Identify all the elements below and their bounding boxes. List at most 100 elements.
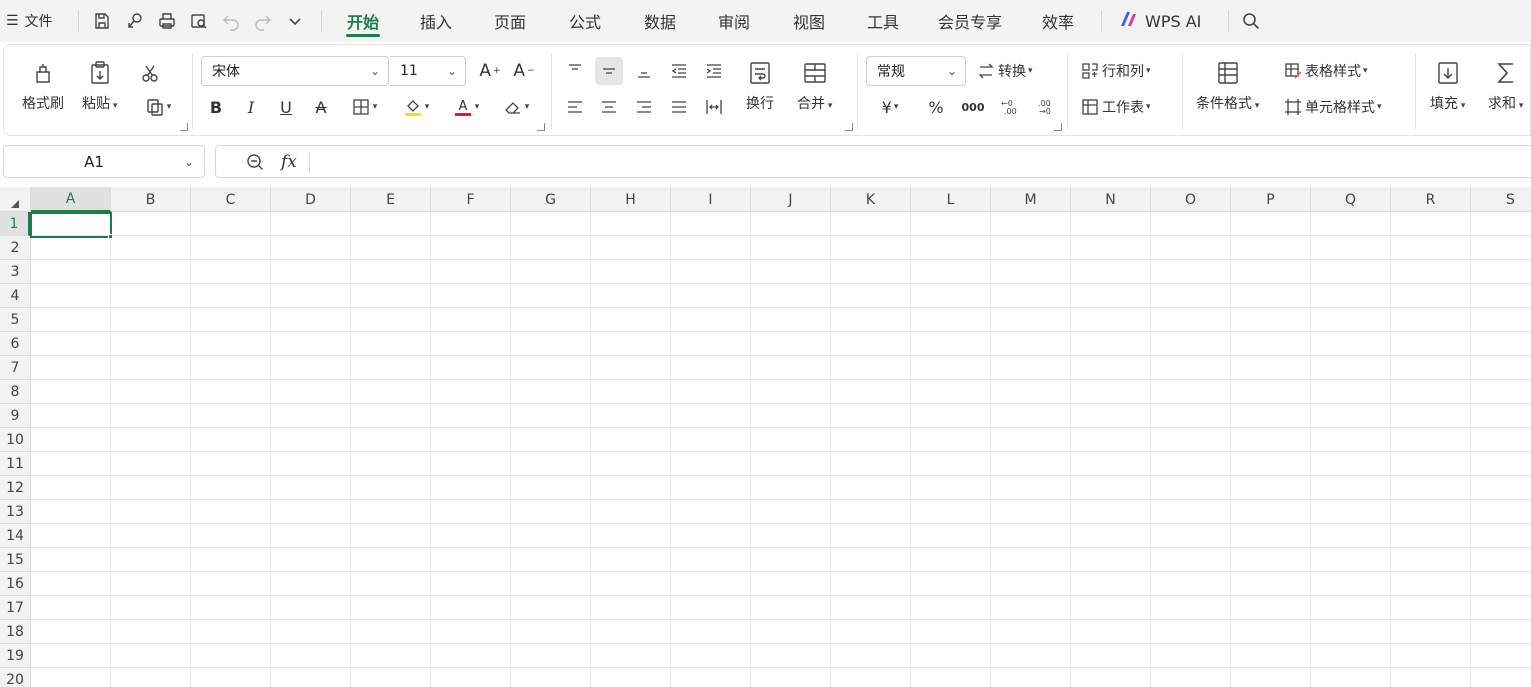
cut-icon[interactable] <box>137 61 163 85</box>
sum-button[interactable]: 求和 ▾ <box>1488 59 1523 113</box>
fill-color-button[interactable]: ▾ <box>396 95 436 119</box>
tab-insert[interactable]: 插入 <box>417 8 455 34</box>
font-launcher-icon[interactable] <box>537 123 545 131</box>
clear-button[interactable]: ▾ <box>496 95 536 119</box>
column-header[interactable]: M <box>991 187 1071 212</box>
clipboard-launcher-icon[interactable] <box>180 123 188 131</box>
column-header[interactable]: C <box>191 187 271 212</box>
percent-icon[interactable]: % <box>924 95 948 119</box>
font-name-dropdown[interactable]: 宋体 ⌄ <box>201 56 389 86</box>
worksheet-button[interactable]: 工作表 ▾ <box>1080 95 1151 119</box>
tab-formula[interactable]: 公式 <box>566 8 604 34</box>
convert-button[interactable]: 转换 ▾ <box>976 59 1033 83</box>
row-header[interactable]: 4 <box>0 284 30 308</box>
table-style-button[interactable]: 表格样式 ▾ <box>1283 59 1368 83</box>
file-menu-button[interactable]: ☰ 文件 <box>6 8 53 34</box>
print-preview-icon[interactable] <box>186 8 212 34</box>
row-header[interactable]: 14 <box>0 524 30 548</box>
save-icon[interactable] <box>89 8 115 34</box>
font-size-dropdown[interactable]: 11 ⌄ <box>390 56 466 86</box>
tab-tools[interactable]: 工具 <box>864 8 902 34</box>
increase-decimal-icon[interactable]: ←0.00 <box>996 95 1024 119</box>
export-icon[interactable] <box>122 8 148 34</box>
font-color-button[interactable]: A ▾ <box>446 95 486 119</box>
increase-indent-icon[interactable] <box>700 57 728 85</box>
distributed-align-icon[interactable] <box>700 93 728 121</box>
row-header[interactable]: 10 <box>0 428 30 452</box>
decrease-decimal-icon[interactable]: .00 →0 <box>1031 95 1059 119</box>
number-launcher-icon[interactable] <box>1054 123 1062 131</box>
increase-font-size-icon[interactable]: A + <box>478 59 502 83</box>
print-icon[interactable] <box>154 8 180 34</box>
row-header[interactable]: 12 <box>0 476 30 500</box>
tab-data[interactable]: 数据 <box>641 8 679 34</box>
justify-icon[interactable] <box>665 93 693 121</box>
alignment-launcher-icon[interactable] <box>845 123 853 131</box>
column-header[interactable]: A <box>31 187 111 212</box>
column-header[interactable]: O <box>1151 187 1231 212</box>
tab-page[interactable]: 页面 <box>491 8 529 34</box>
format-painter-button[interactable]: 格式刷 <box>22 59 64 113</box>
row-header[interactable]: 6 <box>0 332 30 356</box>
column-header[interactable]: E <box>351 187 431 212</box>
border-button[interactable]: ▾ <box>344 95 384 119</box>
undo-icon[interactable] <box>218 8 244 34</box>
bold-icon[interactable]: B <box>204 95 228 119</box>
column-header[interactable]: R <box>1391 187 1471 212</box>
column-header[interactable]: P <box>1231 187 1311 212</box>
select-all-corner[interactable] <box>0 187 31 212</box>
row-header[interactable]: 17 <box>0 596 30 620</box>
currency-format-button[interactable]: ¥ ▾ <box>870 95 910 119</box>
fill-button[interactable]: 填充 ▾ <box>1430 59 1465 113</box>
row-header[interactable]: 15 <box>0 548 30 572</box>
search-icon[interactable] <box>1238 8 1264 34</box>
rows-columns-button[interactable]: 行和列 ▾ <box>1080 59 1151 83</box>
column-header[interactable]: F <box>431 187 511 212</box>
row-header[interactable]: 9 <box>0 404 30 428</box>
row-header[interactable]: 5 <box>0 308 30 332</box>
insert-function-icon[interactable]: fx <box>281 152 297 172</box>
row-header[interactable]: 1 <box>0 212 30 236</box>
row-header[interactable]: 2 <box>0 236 30 260</box>
tab-home[interactable]: 开始 <box>343 8 383 34</box>
strikethrough-icon[interactable]: A <box>309 95 333 119</box>
row-header[interactable]: 11 <box>0 452 30 476</box>
tab-member[interactable]: 会员专享 <box>934 8 1006 34</box>
align-middle-icon[interactable] <box>595 57 623 85</box>
row-header[interactable]: 3 <box>0 260 30 284</box>
conditional-format-button[interactable]: 条件格式 ▾ <box>1196 59 1259 113</box>
column-header[interactable]: J <box>751 187 831 212</box>
row-header[interactable]: 20 <box>0 668 30 687</box>
column-header[interactable]: B <box>111 187 191 212</box>
align-left-icon[interactable] <box>561 93 589 121</box>
thousands-separator-icon[interactable]: 000 <box>959 95 987 119</box>
formula-input[interactable] <box>310 146 1531 177</box>
column-header[interactable]: H <box>591 187 671 212</box>
wps-ai-button[interactable]: WPS AI <box>1119 8 1201 34</box>
chevron-down-icon[interactable] <box>282 8 308 34</box>
fill-handle[interactable] <box>108 234 113 239</box>
column-header[interactable]: Q <box>1311 187 1391 212</box>
row-header[interactable]: 19 <box>0 644 30 668</box>
align-center-icon[interactable] <box>595 93 623 121</box>
column-header[interactable]: K <box>831 187 911 212</box>
column-header[interactable]: N <box>1071 187 1151 212</box>
row-header[interactable]: 8 <box>0 380 30 404</box>
row-header[interactable]: 7 <box>0 356 30 380</box>
column-header[interactable]: G <box>511 187 591 212</box>
column-header[interactable]: L <box>911 187 991 212</box>
tab-view[interactable]: 视图 <box>790 8 828 34</box>
name-box[interactable]: A1 ⌄ <box>3 145 205 178</box>
cell-area[interactable] <box>31 212 1531 687</box>
wrap-text-button[interactable]: 换行 <box>746 59 774 113</box>
align-bottom-icon[interactable] <box>630 57 658 85</box>
underline-icon[interactable]: U <box>274 95 298 119</box>
row-header[interactable]: 16 <box>0 572 30 596</box>
column-header[interactable]: S <box>1471 187 1531 212</box>
number-format-dropdown[interactable]: 常规 ⌄ <box>866 56 966 86</box>
row-header[interactable]: 18 <box>0 620 30 644</box>
tab-efficiency[interactable]: 效率 <box>1039 8 1077 34</box>
paste-button[interactable]: 粘贴 ▾ <box>82 59 117 113</box>
row-header[interactable]: 13 <box>0 500 30 524</box>
tab-review[interactable]: 审阅 <box>715 8 753 34</box>
